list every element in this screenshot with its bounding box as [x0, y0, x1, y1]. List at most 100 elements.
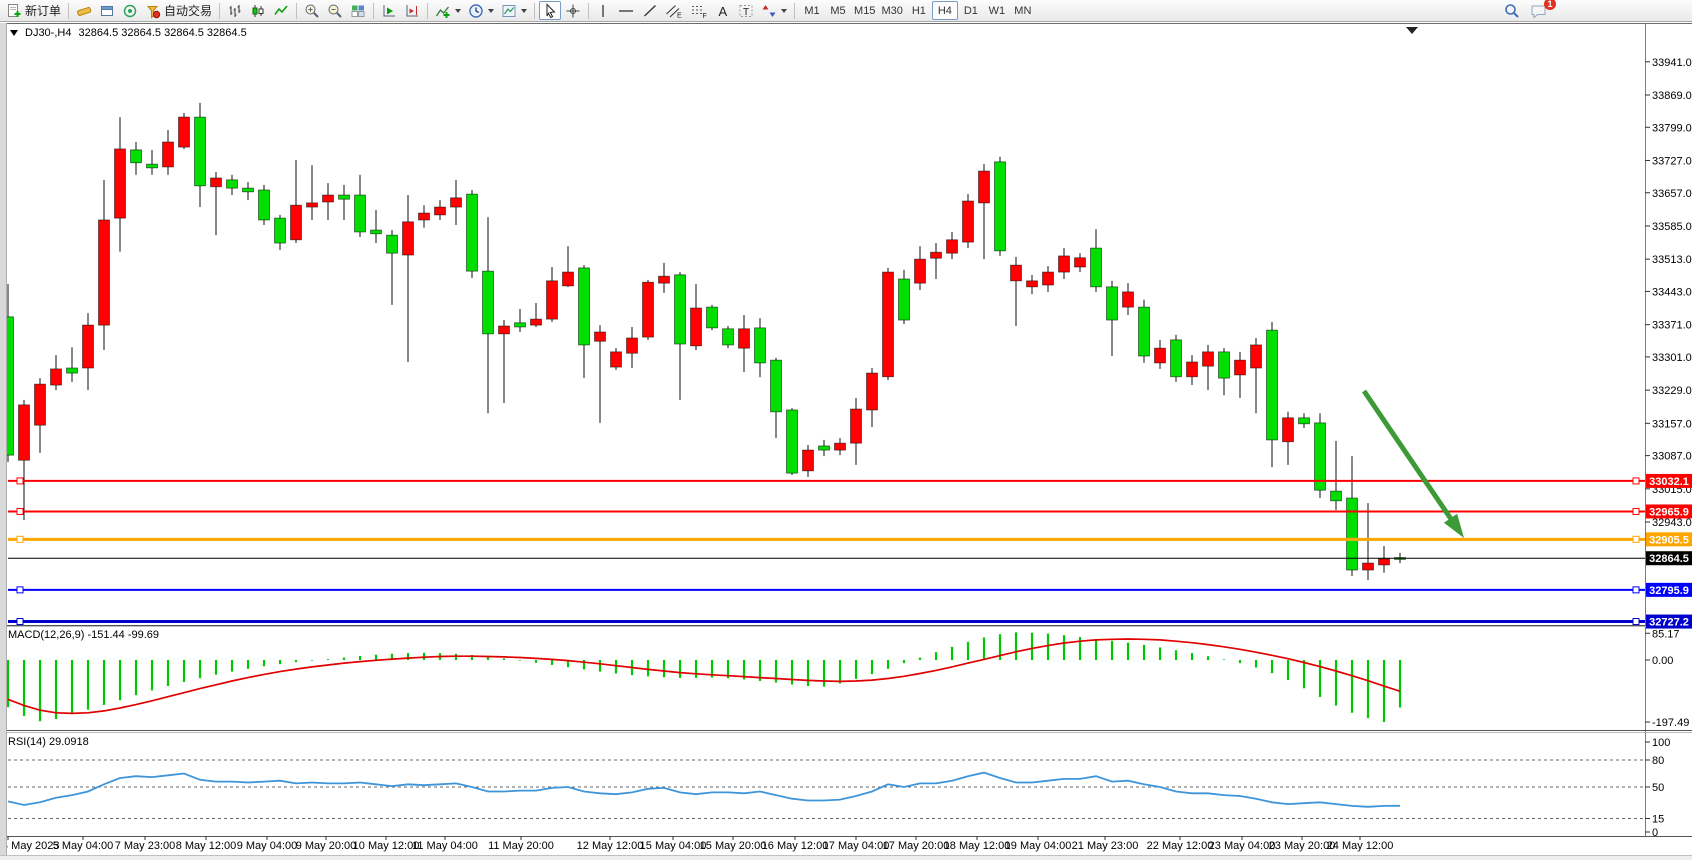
candlestick [291, 160, 302, 243]
time-tick-label: 19 May 04:00 [1005, 840, 1072, 852]
timeframe-H4[interactable]: H4 [932, 1, 958, 20]
time-tick-label: 21 May 23:00 [1072, 840, 1139, 852]
templates-button[interactable] [498, 1, 530, 20]
tile-windows-button[interactable] [347, 1, 369, 20]
indicators-button[interactable] [432, 1, 464, 20]
price-level-tag: 32727.2 [1646, 615, 1692, 629]
horizontal-level-line[interactable] [8, 478, 1645, 484]
candlestick [515, 309, 526, 332]
periods-button[interactable] [465, 1, 497, 20]
macd-signal-line [8, 639, 1400, 713]
text-label-tool-button[interactable]: T [735, 1, 757, 20]
candlestick [1107, 281, 1118, 356]
candlestick [883, 268, 894, 380]
svg-text:33032.1: 33032.1 [1649, 476, 1689, 488]
macd-tick-label: 0.00 [1652, 655, 1673, 667]
bar-chart-button[interactable] [224, 1, 246, 20]
clock-icon [468, 3, 484, 19]
search-button[interactable] [1501, 1, 1523, 20]
candlestick [1027, 275, 1038, 294]
candlestick [851, 398, 862, 465]
candlestick [1363, 503, 1374, 580]
styler-button[interactable] [73, 1, 95, 20]
timeframe-M15[interactable]: M15 [851, 1, 878, 20]
line-handle[interactable] [1633, 619, 1639, 625]
svg-text:32727.2: 32727.2 [1649, 617, 1689, 629]
line-handle[interactable] [17, 619, 23, 625]
fibonacci-letter: F [703, 13, 707, 19]
toolbar-separator [373, 3, 374, 19]
trend-arrow-annotation[interactable] [1364, 391, 1464, 538]
horizontal-level-line[interactable] [8, 619, 1645, 625]
candlestick [483, 217, 494, 413]
equidistant-channel-tool-button[interactable]: E [662, 1, 686, 20]
horizontal-level-line[interactable] [8, 508, 1645, 514]
main-toolbar: 新订单 自动交易 [0, 0, 1692, 22]
candlestick [19, 400, 30, 520]
line-handle[interactable] [1633, 587, 1639, 593]
chart-shift-marker-icon[interactable] [1406, 27, 1418, 34]
crosshair-tool-button[interactable] [562, 1, 584, 20]
candlestick-chart-button[interactable] [247, 1, 269, 20]
zoom-in-button[interactable] [301, 1, 323, 20]
new-order-button[interactable]: 新订单 [3, 1, 64, 20]
candlestick [419, 205, 430, 228]
timeframe-M1[interactable]: M1 [799, 1, 825, 20]
window-left-edge [0, 23, 7, 856]
vertical-line-icon [596, 3, 610, 19]
timeframe-MN[interactable]: MN [1010, 1, 1036, 20]
candlestick [1187, 355, 1198, 385]
line-chart-button[interactable] [270, 1, 292, 20]
vertical-line-tool-button[interactable] [593, 1, 613, 20]
fibonacci-tool-button[interactable]: F [687, 1, 711, 20]
horizontal-level-line[interactable] [8, 536, 1645, 542]
cursor-tool-button[interactable] [539, 1, 561, 20]
line-handle[interactable] [17, 587, 23, 593]
horizontal-level-line[interactable] [8, 587, 1645, 593]
line-handle[interactable] [1633, 478, 1639, 484]
trendline-tool-button[interactable] [639, 1, 661, 20]
auto-scroll-icon [381, 3, 397, 19]
arrows-tool-button[interactable] [758, 1, 790, 20]
line-handle[interactable] [1633, 536, 1639, 542]
line-handle[interactable] [1633, 508, 1639, 514]
candlestick [1299, 413, 1310, 428]
notifications-button[interactable]: 1 [1527, 1, 1551, 20]
svg-text:32905.5: 32905.5 [1649, 534, 1689, 546]
market-watch-button[interactable] [119, 1, 141, 20]
price-tick-label: 33585.0 [1652, 221, 1692, 233]
timeframe-H1[interactable]: H1 [906, 1, 932, 20]
line-handle[interactable] [17, 536, 23, 542]
toolbar-separator [296, 3, 297, 19]
chart-menu-triangle-icon[interactable] [10, 30, 18, 36]
timeframe-M5[interactable]: M5 [825, 1, 851, 20]
charts-window-button[interactable] [96, 1, 118, 20]
crosshair-icon [565, 3, 581, 19]
timeframe-W1[interactable]: W1 [984, 1, 1010, 20]
candlestick [1267, 322, 1278, 467]
rsi-indicator-label: RSI(14) 29.0918 [8, 736, 89, 748]
price-tick-label: 33087.0 [1652, 451, 1692, 463]
label-letter: T [743, 7, 749, 18]
chart-shift-button[interactable] [401, 1, 423, 20]
candlestick [131, 142, 142, 175]
candlestick [627, 327, 638, 368]
time-tick-label: 7 May 23:00 [115, 840, 176, 852]
rsi-tick-label: 80 [1652, 755, 1664, 767]
auto-scroll-button[interactable] [378, 1, 400, 20]
line-handle[interactable] [17, 508, 23, 514]
candlestick [355, 175, 366, 237]
autotrading-button[interactable]: 自动交易 [142, 1, 215, 20]
timeframe-D1[interactable]: D1 [958, 1, 984, 20]
toolbar-right-group: 1 [1501, 1, 1551, 20]
svg-text:32965.9: 32965.9 [1649, 506, 1689, 518]
candlestick [1075, 253, 1086, 272]
line-handle[interactable] [17, 478, 23, 484]
time-tick-label: 18 May 12:00 [944, 840, 1011, 852]
text-letter: A [719, 4, 728, 19]
text-tool-button[interactable]: A [712, 1, 734, 20]
horizontal-line-tool-button[interactable] [614, 1, 638, 20]
toolbar-separator [588, 3, 589, 19]
timeframe-M30[interactable]: M30 [878, 1, 905, 20]
zoom-out-button[interactable] [324, 1, 346, 20]
